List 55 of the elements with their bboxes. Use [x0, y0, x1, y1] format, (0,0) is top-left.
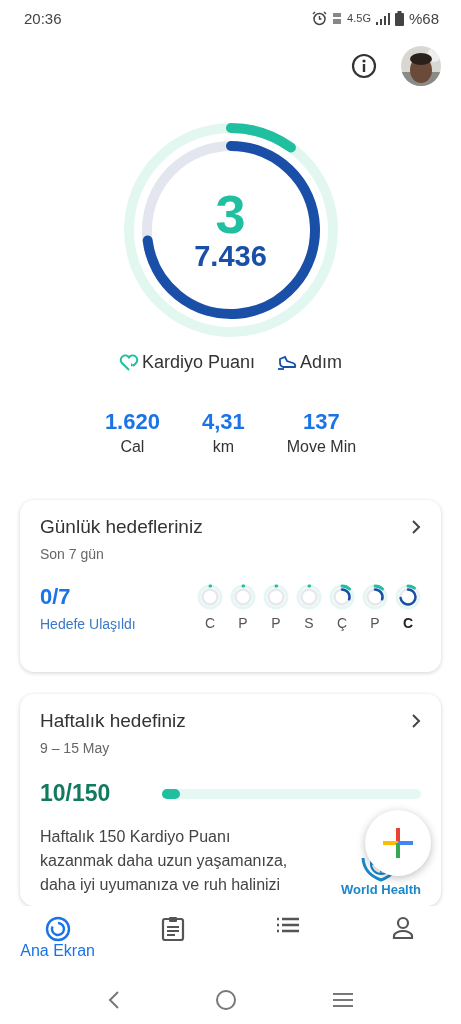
day-label: P	[370, 615, 380, 631]
description-text: Haftalık 150 Kardiyo Puanı kazanmak daha uzun yaşamanıza, daha iyi uyumanıza ve ruh halinizi	[40, 827, 289, 895]
chevron-right-icon[interactable]	[411, 713, 421, 729]
plus-icon	[383, 828, 413, 858]
heart-icon	[118, 353, 139, 372]
legend-label: Kardiyo Puanı	[141, 352, 256, 373]
day-ring-icon	[395, 584, 421, 610]
cardio-points-value: 3	[215, 187, 246, 242]
day-label: S	[304, 615, 314, 631]
network-type: 4.5G	[347, 12, 371, 24]
card-subtitle: 9 – 15 May	[40, 740, 111, 756]
card-title: Haftalık hedefiniz	[40, 710, 186, 732]
steps-value: 7.436	[194, 241, 267, 273]
organization-name: World Health	[341, 882, 421, 897]
day-ring-icon	[197, 584, 223, 610]
day-label: C	[204, 615, 216, 631]
info-icon[interactable]	[351, 53, 377, 79]
signal-icon	[375, 11, 390, 25]
alarm-icon	[312, 10, 328, 26]
stat-value: 1.620	[104, 409, 160, 435]
legend-label: Adım	[300, 352, 343, 373]
day-label: P	[238, 615, 248, 631]
day-ring-icon	[362, 584, 388, 610]
card-title: Günlük hedefleriniz	[40, 516, 203, 538]
weekly-count: 10/150	[40, 780, 111, 807]
back-icon[interactable]	[107, 990, 122, 1010]
stat-value: 137	[303, 409, 340, 435]
day-ring-icon	[230, 584, 256, 610]
weekly-goal-card[interactable]: Haftalık hedefiniz 9 – 15 May 10/150 Haftalık 150 Kardiyo Puanı kazanmak daha uzun yaşamanıza, daha iyi uyumanıza ve ruh halinizi World Health	[20, 694, 441, 906]
day-label: C	[402, 615, 414, 631]
shoe-icon	[277, 353, 298, 372]
day-label: Ç	[336, 615, 348, 631]
stat-label: Move Min	[286, 438, 357, 456]
home-icon[interactable]	[215, 989, 238, 1011]
clipboard-icon	[160, 916, 185, 942]
day-ring-icon	[329, 584, 355, 610]
clock-time: 20:36	[24, 9, 62, 27]
home-ring-icon	[44, 916, 71, 942]
daily-goals-card[interactable]: Günlük hedefleriniz Son 7 gün 0/7 Hedefe Ulaşıldı C P P S Ç P C	[20, 500, 441, 672]
battery-icon	[394, 10, 404, 26]
stat-label: Cal	[120, 438, 145, 456]
stat-label: km	[212, 438, 234, 456]
day-ring-icon	[263, 584, 289, 610]
card-subtitle: Son 7 gün	[40, 546, 105, 562]
day-label: P	[271, 615, 281, 631]
stat-value: 4,31	[201, 409, 245, 435]
day-ring-icon	[296, 584, 322, 610]
menu-icon[interactable]	[331, 991, 354, 1009]
goal-count-label: Hedefe Ulaşıldı	[40, 616, 136, 632]
chevron-right-icon[interactable]	[411, 519, 421, 535]
list-icon	[276, 916, 301, 934]
person-icon	[392, 916, 415, 940]
goal-count: 0/7	[40, 584, 72, 610]
nav-tab[interactable]: Ana Ekran	[12, 916, 103, 960]
battery-percent: %68	[408, 9, 439, 27]
